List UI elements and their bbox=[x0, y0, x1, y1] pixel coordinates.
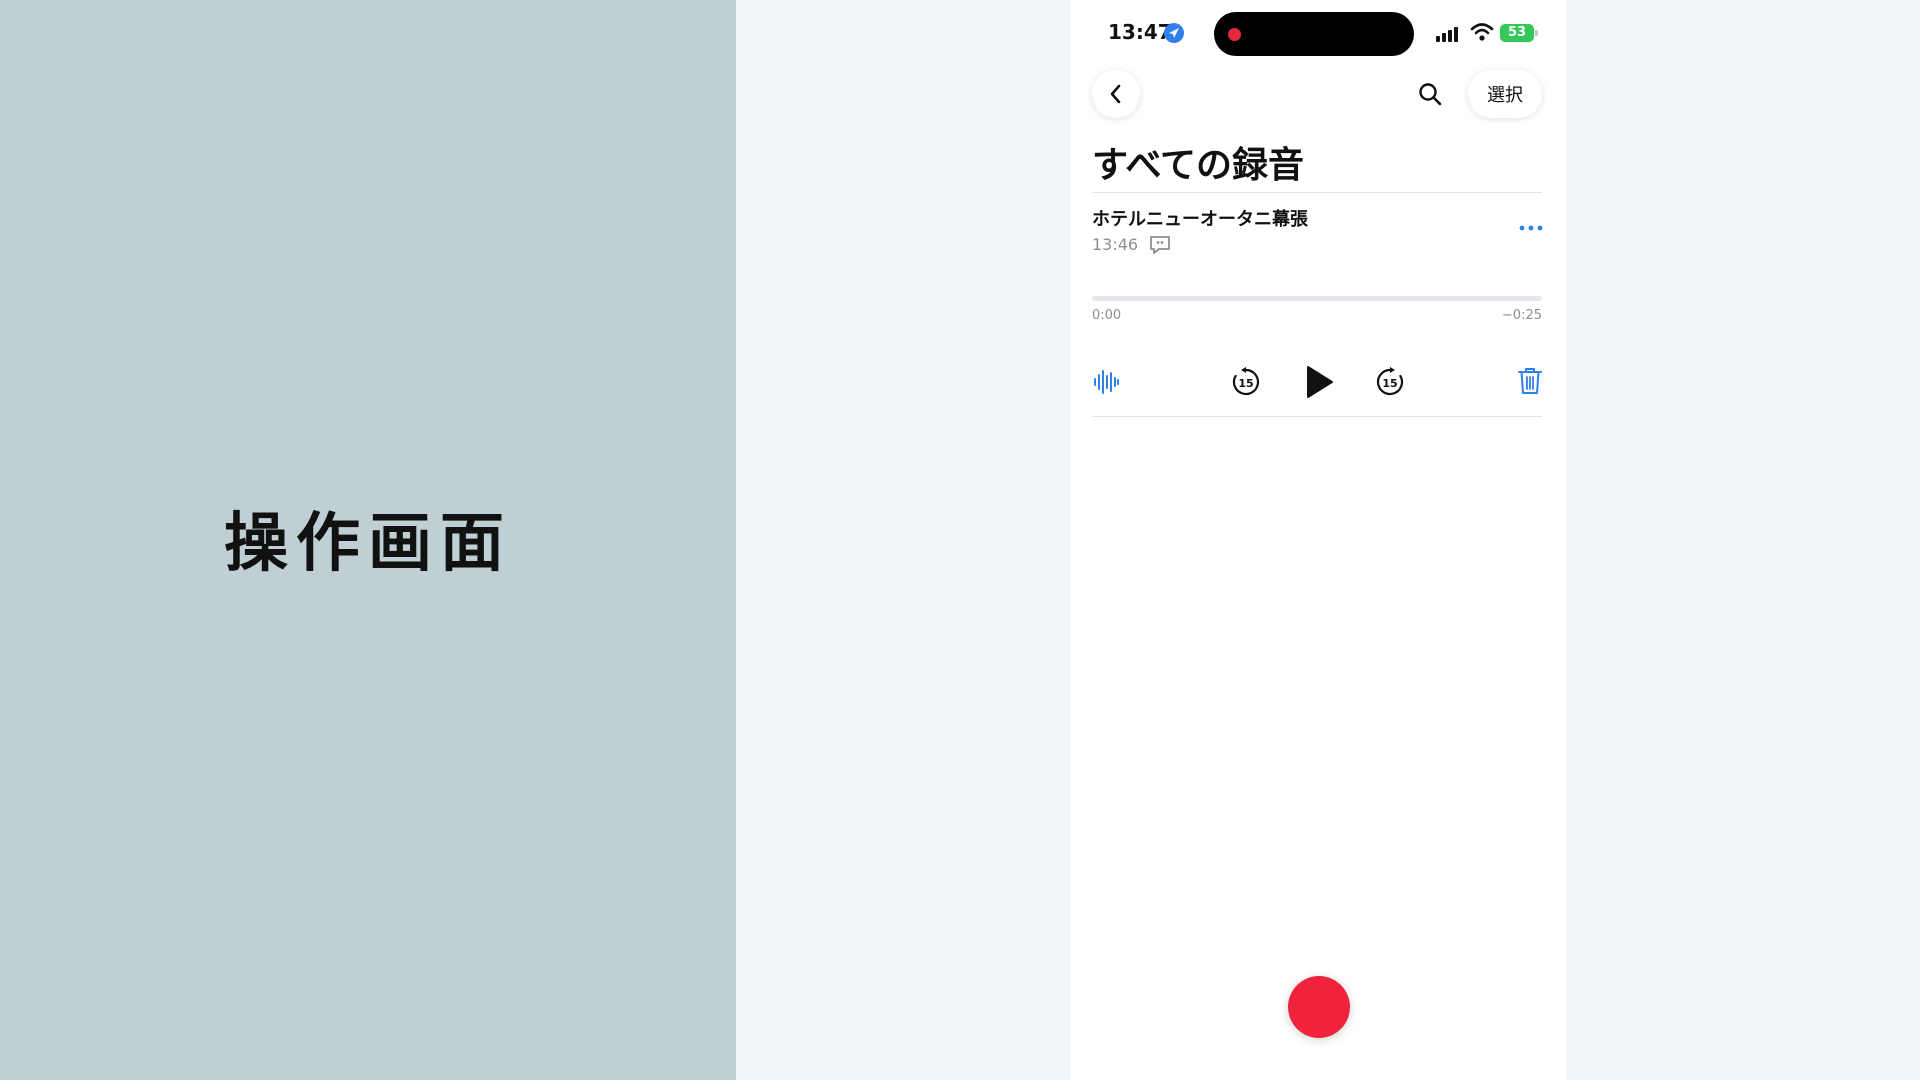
player-divider bbox=[1092, 416, 1542, 417]
playback-scrubber[interactable] bbox=[1092, 296, 1542, 301]
remaining-time: −0:25 bbox=[1501, 308, 1542, 323]
waveform-button[interactable] bbox=[1092, 368, 1120, 396]
recording-name[interactable]: ホテルニューオータニ幕張 bbox=[1092, 205, 1308, 231]
status-time: 13:47 bbox=[1108, 20, 1172, 44]
record-button[interactable] bbox=[1288, 976, 1350, 1038]
waveform-icon bbox=[1094, 370, 1119, 394]
select-button[interactable]: 選択 bbox=[1468, 70, 1542, 118]
battery-level: 53 bbox=[1507, 25, 1527, 40]
page-title: すべての録音 bbox=[1092, 145, 1305, 186]
svg-text:15: 15 bbox=[1238, 377, 1253, 390]
left-panel: 操作画面 bbox=[0, 0, 736, 1080]
skip-back-15-icon: 15 bbox=[1232, 367, 1260, 396]
svg-text:15: 15 bbox=[1382, 377, 1397, 390]
transcript-bubble-icon bbox=[1150, 236, 1170, 254]
wifi-icon bbox=[1470, 23, 1494, 41]
trash-icon bbox=[1518, 368, 1542, 394]
search-icon bbox=[1419, 83, 1442, 106]
cellular-signal-icon bbox=[1436, 27, 1458, 42]
battery-charging-icon: 53 bbox=[1500, 24, 1538, 42]
title-divider bbox=[1092, 192, 1542, 193]
ellipsis-icon[interactable] bbox=[1518, 224, 1544, 232]
phone-screen: 13:47 53 選択 すべての録音 ホテルニューオータニ幕張 13:46 0:… bbox=[1070, 0, 1566, 1080]
skip-back-button[interactable]: 15 bbox=[1230, 366, 1262, 398]
recording-time: 13:46 bbox=[1092, 235, 1139, 254]
recording-indicator bbox=[1228, 28, 1241, 41]
dynamic-island bbox=[1214, 12, 1414, 56]
skip-forward-button[interactable]: 15 bbox=[1374, 366, 1406, 398]
search-button[interactable] bbox=[1406, 70, 1454, 118]
delete-button[interactable] bbox=[1516, 366, 1544, 396]
chevron-left-icon bbox=[1110, 84, 1121, 104]
skip-forward-15-icon: 15 bbox=[1376, 367, 1404, 396]
play-button[interactable] bbox=[1298, 362, 1338, 402]
battery-cap bbox=[1535, 30, 1538, 36]
slide-title: 操作画面 bbox=[224, 507, 512, 581]
location-arrow-icon bbox=[1164, 23, 1184, 43]
elapsed-time: 0:00 bbox=[1092, 308, 1122, 323]
back-button[interactable] bbox=[1092, 70, 1140, 118]
play-icon bbox=[1307, 366, 1333, 398]
